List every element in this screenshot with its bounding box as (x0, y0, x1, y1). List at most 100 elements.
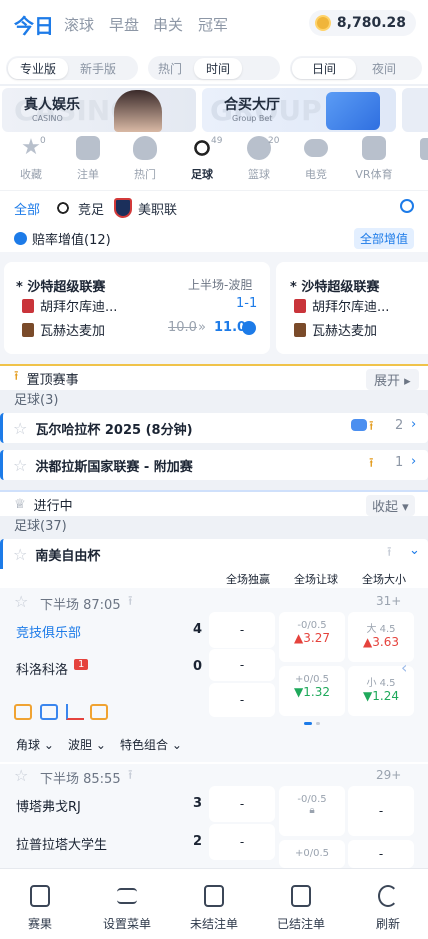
pinned-league-1[interactable]: ☆ 瓦尔哈拉杯 2025 (8分钟) ⭱ 2 › (0, 413, 428, 443)
boost-card-period: 上半场-波胆 (188, 278, 253, 292)
more-markets[interactable]: 29+ (376, 768, 401, 782)
banner-group-bet[interactable]: GROUP B 合买大厅 Group Bet (202, 88, 396, 132)
banner-casino[interactable]: CASINO 真人娱乐 CASINO (2, 88, 196, 132)
odds-away-win[interactable]: - (209, 824, 275, 860)
banner-next[interactable] (402, 88, 428, 132)
page-indicator (304, 722, 312, 725)
scoreboard-icon[interactable] (90, 704, 108, 720)
odds-over[interactable]: 大 4.5 ▲3.63 (348, 612, 414, 662)
collapse-button[interactable]: 收起 ▾ (366, 495, 415, 516)
cat-vr[interactable]: VR体育 (350, 136, 398, 182)
video-icon[interactable] (40, 704, 58, 720)
live-league[interactable]: ☆ 南美自由杯 ⭱ ⌄ (0, 539, 428, 569)
chevron-right-icon[interactable]: › (411, 417, 416, 432)
tab-outright[interactable]: 冠军 (198, 14, 228, 35)
away-score: 0 (193, 659, 203, 674)
pin-icon[interactable]: ⭱ (369, 417, 374, 439)
pin-icon[interactable]: ⭱ (128, 592, 133, 614)
expand-button[interactable]: 展开 ▸ (366, 369, 419, 390)
odds-hc-away[interactable]: +0/0.5 ▼1.32 (279, 666, 345, 716)
nav-open-bets[interactable]: 未结注单 (179, 885, 249, 932)
cat-esports[interactable]: 电竞 (293, 136, 339, 182)
market-header-ou: 全场大小 (362, 573, 406, 586)
cat-basketball-count: 20 (268, 136, 280, 146)
tab-live[interactable]: 滚球 (64, 14, 94, 35)
nav-refresh[interactable]: 刷新 (353, 885, 423, 932)
away-team: 拉普拉塔大学生 (16, 838, 108, 853)
search-icon[interactable] (400, 199, 414, 213)
market-header-handicap: 全场让球 (294, 573, 338, 586)
handicap-line: +0/0.5 (294, 674, 329, 685)
odds-away-win[interactable]: - (209, 649, 275, 681)
market-header-1x2: 全场独赢 (226, 573, 270, 586)
odds-draw[interactable]: - (209, 683, 275, 717)
boost-card-1[interactable]: * 沙特超级联赛 上半场-波胆 胡拜尔库迪... 1-1 瓦赫达麦加 10.0 … (4, 262, 270, 354)
cat-hot[interactable]: 热门 (122, 136, 168, 182)
market-chip-correct-score[interactable]: 波胆 ⌄ (68, 736, 106, 753)
cat-favorites-count: 0 (40, 136, 46, 146)
odds-value: - (378, 847, 384, 861)
pin-icon: ⭱ (14, 369, 19, 384)
star-icon[interactable]: ☆ (13, 419, 27, 438)
star-icon[interactable]: ☆ (14, 592, 28, 611)
receipt-icon (291, 885, 311, 907)
chevron-right-icon[interactable]: › (411, 454, 416, 469)
version-novice[interactable]: 新手版 (70, 60, 126, 77)
away-team: 科洛科洛 (16, 663, 69, 678)
soccer-ball-icon (54, 199, 72, 217)
odds-value: ▲3.27 (294, 631, 330, 645)
stats-icon[interactable] (14, 704, 32, 720)
cat-basketball[interactable]: 20 篮球 (236, 136, 282, 182)
theme-night[interactable]: 夜间 (358, 60, 410, 77)
nav-results[interactable]: 赛果 (5, 885, 75, 932)
total-line: 大 4.5 (366, 624, 396, 635)
tab-parlay[interactable]: 串关 (153, 14, 183, 35)
market-chip-corners[interactable]: 角球 ⌄ (16, 736, 54, 753)
star-icon[interactable]: ☆ (14, 766, 28, 785)
boost-title: 赔率增值(12) (32, 233, 111, 248)
odds-hc-away[interactable]: +0/0.5 (279, 840, 345, 868)
balance-display[interactable]: 8,780.28 (308, 10, 416, 36)
odds-hc-home[interactable]: -0/0.5 🔒︎ (279, 786, 345, 836)
star-icon[interactable]: ☆ (13, 545, 27, 564)
odds-value: ▲3.63 (363, 635, 399, 649)
theme-day[interactable]: 日间 (292, 57, 357, 79)
sort-hot[interactable]: 热门 (148, 60, 192, 77)
odds-home-win[interactable]: - (209, 786, 275, 822)
cat-favorites[interactable]: ★ 0 收藏 (8, 136, 54, 182)
away-team: 瓦赫达麦加 (40, 324, 106, 339)
filter-mls[interactable]: 美职联 (138, 199, 177, 218)
clipboard-icon (76, 136, 100, 160)
collapse-label: 收起 (372, 500, 399, 515)
sort-time[interactable]: 时间 (194, 57, 243, 79)
chevron-left-icon[interactable]: ‹ (401, 658, 407, 677)
nav-settings[interactable]: 设置菜单 (92, 885, 162, 932)
chevron-down-icon[interactable]: ⌄ (409, 543, 420, 558)
star-icon[interactable]: ☆ (13, 456, 27, 475)
nav-results-label: 赛果 (27, 917, 52, 931)
pin-icon[interactable]: ⭱ (369, 454, 374, 476)
odds-hc-home[interactable]: -0/0.5 ▲3.27 (279, 612, 345, 662)
filter-jingzu[interactable]: 竞足 (78, 199, 104, 218)
chart-icon[interactable] (66, 704, 84, 720)
cat-bets[interactable]: 注单 (65, 136, 111, 182)
tab-early[interactable]: 早盘 (109, 14, 139, 35)
pin-icon[interactable]: ⭱ (128, 766, 133, 788)
odds-over[interactable]: - (348, 786, 414, 836)
odds-under[interactable]: - (348, 840, 414, 868)
more-markets[interactable]: 31+ (376, 594, 401, 608)
cat-football[interactable]: 49 足球 (179, 136, 225, 182)
nav-settled-bets[interactable]: 已结注单 (266, 885, 336, 932)
tab-today[interactable]: 今日 (14, 10, 54, 39)
cat-more-edge[interactable] (420, 138, 428, 160)
market-chip-combo[interactable]: 特色组合 ⌄ (120, 736, 182, 753)
pinned-league-2[interactable]: ☆ 洪都拉斯国家联赛 - 附加赛 ⭱ 1 › (0, 450, 428, 480)
team-crest-icon (294, 298, 306, 313)
boost-all-button[interactable]: 全部增值 (354, 228, 415, 249)
filter-all[interactable]: 全部 (14, 199, 40, 218)
boost-card-2[interactable]: * 沙特超级联赛 胡拜尔库迪... 瓦赫达麦加 (276, 262, 428, 354)
home-team: 胡拜尔库迪... (40, 300, 118, 315)
version-pro[interactable]: 专业版 (8, 57, 69, 79)
pin-icon[interactable]: ⭱ (387, 543, 392, 565)
odds-home-win[interactable]: - (209, 612, 275, 648)
